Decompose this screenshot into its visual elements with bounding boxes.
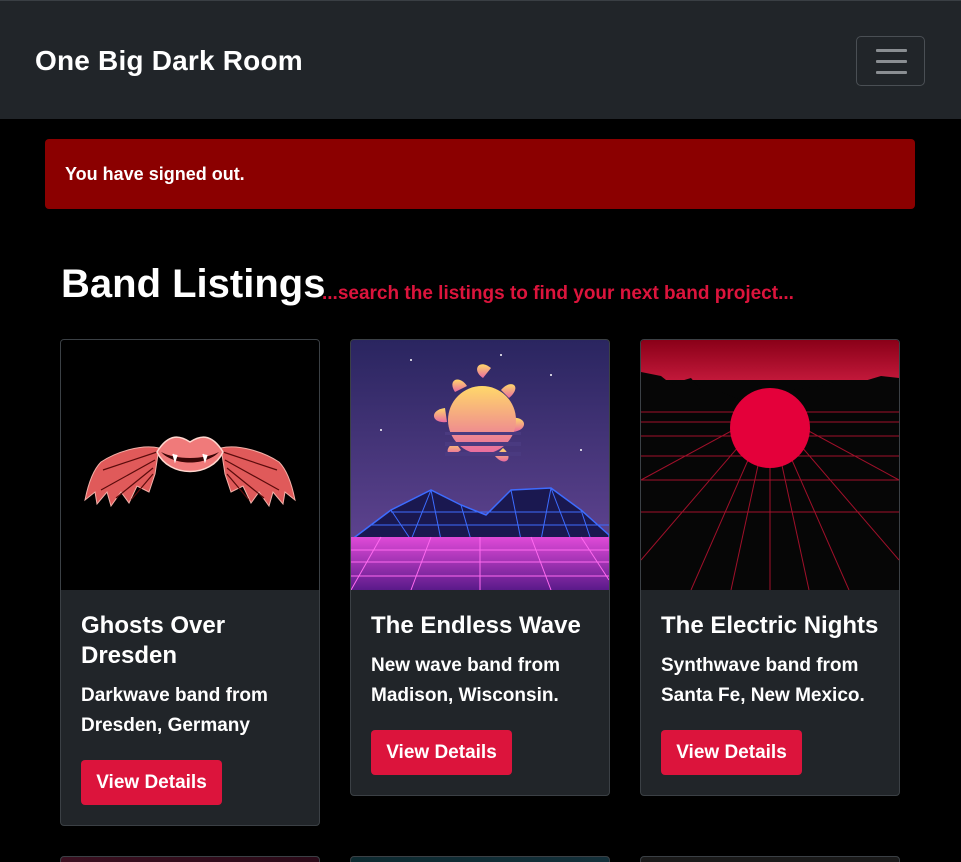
- menu-toggle-button[interactable]: [856, 36, 925, 86]
- page-title: Band Listings: [61, 262, 326, 306]
- band-card-partial: [640, 856, 900, 862]
- view-details-button[interactable]: View Details: [81, 760, 222, 805]
- signout-alert: You have signed out.: [45, 139, 915, 209]
- band-description: Synthwave band from Santa Fe, New Mexico…: [661, 655, 865, 706]
- band-card-partial: [60, 856, 320, 862]
- band-card: The Electric Nights Synthwave band from …: [640, 339, 900, 796]
- band-image: [61, 340, 319, 590]
- view-details-button[interactable]: View Details: [371, 730, 512, 775]
- view-details-button[interactable]: View Details: [661, 730, 802, 775]
- navbar: One Big Dark Room: [0, 0, 961, 119]
- page-subtitle: ...search the listings to find your next…: [322, 283, 794, 304]
- brand-link[interactable]: One Big Dark Room: [35, 45, 303, 77]
- band-description: Darkwave band from Dresden, Germany: [81, 685, 268, 736]
- band-card: Ghosts Over Dresden Darkwave band from D…: [60, 339, 320, 826]
- band-title: The Endless Wave: [371, 612, 581, 639]
- band-title: Ghosts Over Dresden: [81, 612, 226, 669]
- band-card: The Endless Wave New wave band from Madi…: [350, 339, 610, 796]
- band-description: New wave band from Madison, Wisconsin.: [371, 655, 560, 706]
- band-card-partial: [350, 856, 610, 862]
- band-image: [351, 340, 609, 590]
- band-title: The Electric Nights: [661, 612, 879, 639]
- band-image: [641, 340, 899, 590]
- alert-message: You have signed out.: [65, 164, 245, 184]
